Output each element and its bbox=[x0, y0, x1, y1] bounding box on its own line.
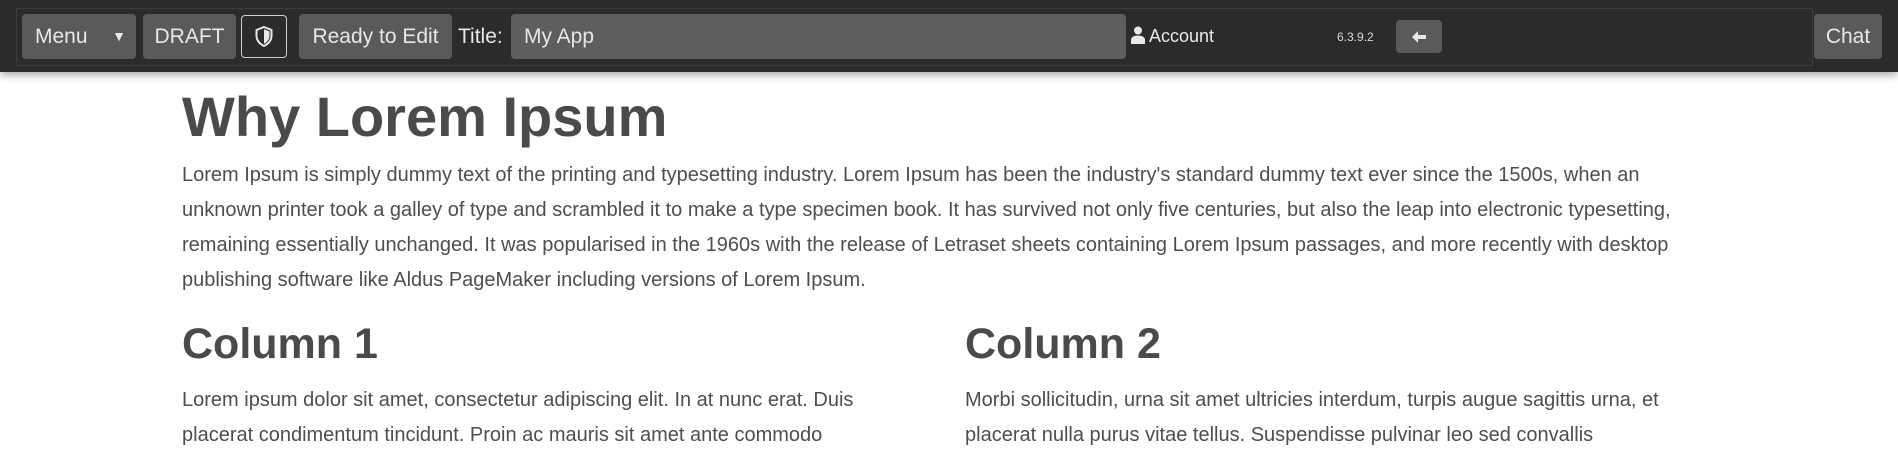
account-link[interactable]: Account bbox=[1131, 14, 1214, 59]
user-icon bbox=[1131, 26, 1145, 44]
ready-to-edit-button[interactable]: Ready to Edit bbox=[299, 14, 452, 59]
back-button[interactable] bbox=[1396, 20, 1442, 53]
column-1-text: Lorem ipsum dolor sit amet, consectetur … bbox=[182, 389, 854, 446]
title-input[interactable]: My App bbox=[511, 14, 1126, 59]
version-label: 6.3.9.2 bbox=[1337, 30, 1374, 44]
top-toolbar: Menu ▼ DRAFT Ready to Edit Title: My App… bbox=[0, 0, 1898, 72]
intro-paragraph: Lorem Ipsum is simply dummy text of the … bbox=[182, 164, 1671, 291]
menu-button[interactable]: Menu ▼ bbox=[22, 14, 136, 59]
shield-icon bbox=[255, 25, 273, 48]
shield-button[interactable] bbox=[241, 15, 287, 58]
title-label: Title: bbox=[458, 25, 503, 48]
menu-label: Menu bbox=[35, 25, 88, 48]
arrow-left-icon bbox=[1412, 31, 1426, 43]
chevron-down-icon: ▼ bbox=[112, 28, 126, 44]
column-2-heading: Column 2 bbox=[965, 320, 1161, 368]
account-label: Account bbox=[1149, 26, 1215, 46]
page-title: Why Lorem Ipsum bbox=[182, 85, 668, 148]
column-1-heading: Column 1 bbox=[182, 320, 378, 368]
draft-button[interactable]: DRAFT bbox=[143, 14, 236, 59]
column-2-text: Morbi sollicitudin, urna sit amet ultric… bbox=[965, 389, 1659, 446]
chat-button[interactable]: Chat bbox=[1814, 14, 1882, 59]
